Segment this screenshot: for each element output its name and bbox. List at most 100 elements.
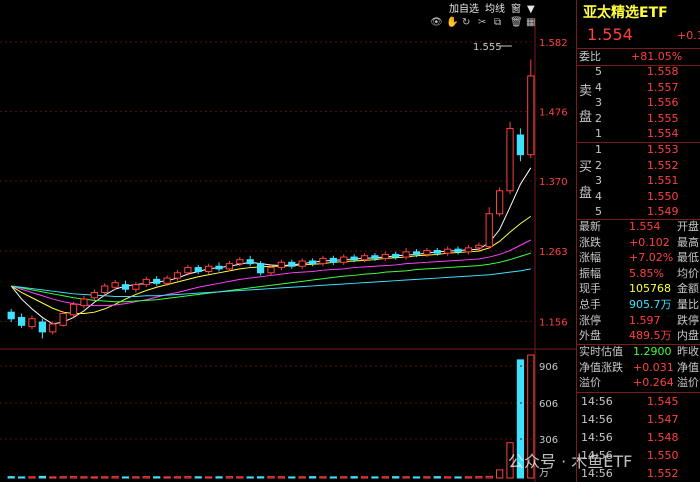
kline-chart-area[interactable]: 1.582 1.476 1.370 1.263 1.156 1.555 906 606 306 万…: [0, 0, 632, 482]
tick-price: 1.547: [647, 413, 679, 426]
candle-body: [527, 75, 535, 156]
price-tick-label: 1.476: [539, 107, 568, 118]
high-price-label: 1.555: [473, 42, 502, 53]
sell-level: 2: [595, 111, 602, 125]
sell-row: 2 1.555: [577, 111, 700, 127]
stat-label: 总手: [579, 298, 601, 311]
valuation-row: 实时估值 1.2900 昨收: [577, 344, 700, 360]
volume-bar: [69, 476, 78, 479]
ma-button[interactable]: 均线: [485, 3, 505, 17]
volume-bar: [49, 476, 57, 479]
stat-value: 905.7万: [629, 298, 672, 311]
add-watchlist-button[interactable]: 加自选: [449, 3, 479, 17]
stat-row: 涨幅 +7.02% 最低: [577, 250, 700, 266]
volume-bar: [288, 476, 296, 479]
kline-chart[interactable]: 1.5821.4761.3701.2631.1561.555906606306万: [0, 0, 576, 482]
volume-bar: [121, 476, 130, 479]
stat-label: 涨跌: [579, 235, 601, 249]
volume-bar: [59, 476, 67, 479]
sell-level: 4: [595, 80, 602, 94]
volume-bar: [350, 476, 358, 479]
volume-bar: [194, 476, 202, 479]
candle-body: [277, 261, 286, 269]
volume-bar: [433, 476, 441, 479]
buy-row: 3 1.551: [577, 173, 700, 189]
volume-bar: [236, 476, 244, 479]
buy-price: 1.551: [647, 174, 679, 187]
candle-body: [319, 257, 327, 265]
scissors-icon[interactable]: ✂: [478, 17, 486, 28]
tick-price: 1.548: [647, 431, 679, 444]
collapse-button[interactable]: ▼: [527, 3, 535, 17]
copy-icon[interactable]: ⧉: [494, 17, 501, 28]
candle-body: [90, 292, 98, 299]
sell-level: 5: [595, 65, 602, 78]
candle-body: [371, 255, 379, 259]
buy-level: 3: [595, 174, 602, 187]
stat-label: 涨停: [579, 313, 601, 327]
volume-bar: [329, 476, 337, 479]
volume-bar: [485, 475, 493, 479]
tick-row: 14:56 1.545: [577, 394, 700, 410]
volume-bar: [17, 476, 26, 479]
stat-label-2: 开盘: [677, 220, 699, 233]
sell-row: 4 1.557: [577, 80, 700, 96]
hand-icon[interactable]: ✋: [446, 17, 458, 28]
stat-value: 5.85%: [629, 266, 664, 280]
stat-label-2: 最高: [677, 235, 699, 249]
candle-body: [267, 267, 275, 274]
eye-icon[interactable]: 👁: [430, 17, 443, 28]
volume-bar: [38, 475, 46, 479]
window-button[interactable]: 窗: [511, 3, 521, 17]
volume-bar: [475, 476, 483, 479]
buy-row: 5 1.549: [577, 204, 700, 220]
volume-bar: [7, 476, 15, 479]
buy-row: 1 1.553: [577, 142, 700, 158]
valuation-label-2: 净值: [677, 360, 699, 374]
trash-icon[interactable]: 🗑: [510, 17, 523, 28]
tick-time: 14:56: [581, 395, 613, 408]
stat-value: 489.5万: [629, 329, 672, 343]
price-tick-label: 1.156: [539, 317, 568, 328]
candle-body: [350, 256, 358, 261]
refresh-icon[interactable]: ↻: [462, 17, 470, 28]
valuation-row: 溢价 +0.264 溢价: [577, 375, 700, 391]
weibi-row: 委比 +81.05%: [577, 49, 700, 65]
candle-body: [444, 248, 452, 254]
candle-body: [184, 267, 192, 274]
candle-body: [392, 253, 400, 258]
tick-row: 14:56 1.552: [577, 466, 700, 482]
grid-icon[interactable]: ▦: [526, 17, 535, 28]
sell-row: 5 1.558: [577, 64, 700, 80]
volume-bar: [28, 476, 36, 479]
volume-bar: [464, 476, 473, 479]
stat-label: 振幅: [579, 266, 601, 280]
stat-row: 振幅 5.85% 均价: [577, 266, 700, 282]
candle-body: [496, 190, 504, 215]
volume-bar: [205, 476, 213, 479]
buy-level: 2: [595, 158, 602, 172]
volume-bar: [111, 476, 119, 479]
volume-bar: [444, 476, 452, 479]
chart-tools: 👁 ✋ ↻ ✂ ⧉ 🗑 ▦: [430, 17, 550, 31]
stat-label-2: 均价: [677, 266, 699, 280]
volume-bar: [381, 476, 389, 479]
chart-toolbar: 加自选 均线 窗 ▼: [449, 3, 549, 17]
tick-time: 14:56: [581, 431, 613, 444]
candle-body: [153, 278, 161, 284]
sell-row: 3 1.556: [577, 95, 700, 111]
volume-bar: [454, 476, 462, 479]
candle-body: [298, 260, 306, 267]
sell-price: 1.555: [647, 111, 679, 125]
candle-body: [173, 272, 182, 279]
tick-price: 1.550: [647, 449, 679, 462]
volume-bar: [153, 476, 161, 479]
quote-panel: 亚太精选ETF 1.554 +0.1 委比 +81.05% 卖 盘 51.558…: [576, 0, 700, 482]
buy-row: 4 1.550: [577, 189, 700, 205]
volume-bar: [184, 476, 192, 479]
buy-price: 1.549: [647, 205, 679, 218]
valuation-label-2: 溢价: [677, 376, 699, 390]
volume-bar: [225, 476, 234, 479]
stat-row: 总手 905.7万 量比: [577, 297, 700, 313]
volume-bar: [277, 476, 286, 479]
